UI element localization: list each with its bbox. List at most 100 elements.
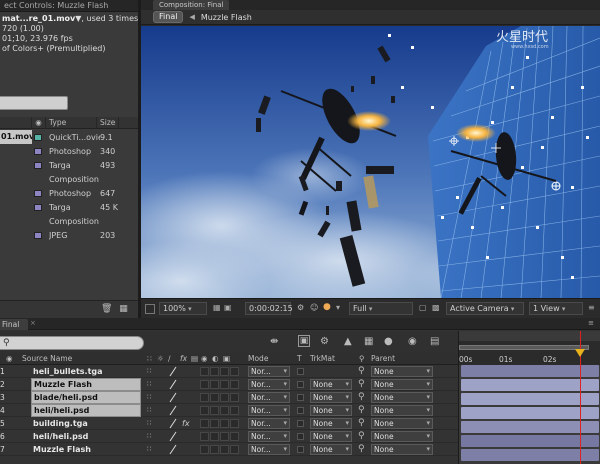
composition-viewer[interactable]: 火星时代 www.hxsd.com — [141, 26, 600, 298]
shy-switch-icon[interactable]: ∷ — [147, 420, 154, 427]
shy-switch-icon[interactable]: ∷ — [147, 368, 154, 375]
quality-switch-icon[interactable] — [168, 405, 178, 416]
comp-mini-flowchart-icon[interactable]: ⇼ — [270, 337, 278, 347]
always-preview-icon[interactable] — [145, 304, 155, 314]
timeline-graph[interactable]: 00s 01s 02s — [458, 331, 600, 464]
pick-whip-icon[interactable]: ⚲ — [358, 392, 365, 403]
project-item[interactable]: JPEG 203 — [0, 228, 138, 242]
layer-duration-bar[interactable] — [461, 407, 599, 419]
frame-blend-column-icon[interactable]: ▤ — [191, 353, 198, 365]
project-item[interactable]: Photoshop 340 — [0, 144, 138, 158]
project-item[interactable]: Photoshop 647 — [0, 186, 138, 200]
current-time-indicator-head-icon[interactable] — [575, 349, 585, 357]
project-item[interactable]: Composition — [0, 172, 138, 186]
track-matte-dropdown[interactable]: None — [310, 444, 352, 455]
project-item[interactable]: Targa 45 K — [0, 200, 138, 214]
mask-icon[interactable]: ▣ — [224, 302, 232, 315]
grid-icon[interactable]: ▦ — [213, 302, 221, 315]
pick-whip-icon[interactable]: ⚲ — [358, 379, 365, 390]
parent-dropdown[interactable]: None — [371, 418, 433, 429]
layer-name[interactable]: heli/heli.psd — [31, 430, 141, 443]
label-swatch[interactable] — [34, 147, 42, 155]
layer-row[interactable]: 4 heli/heli.psd ∷ Nor... None ⚲ None — [0, 404, 458, 417]
column-size[interactable]: Size — [97, 117, 119, 129]
hide-shy-layers-icon[interactable]: ▲ — [344, 337, 352, 347]
panel-menu-icon[interactable]: ≡ — [588, 302, 595, 315]
blend-mode-dropdown[interactable]: Nor... — [248, 379, 290, 390]
3d-layer-column-icon[interactable]: ▣ — [223, 353, 230, 365]
project-item[interactable]: 01.mov QuickTi...ovie 9.1 — [0, 130, 138, 144]
track-matte-dropdown[interactable]: None — [310, 405, 352, 416]
composition-tab[interactable]: Composition: Final — [153, 0, 230, 10]
shy-switch-icon[interactable]: ∷ — [147, 381, 154, 388]
layer-duration-bar[interactable] — [461, 393, 599, 405]
pick-whip-icon[interactable]: ⚲ — [358, 431, 365, 442]
column-mode[interactable]: Mode — [248, 353, 268, 365]
track-matte-dropdown[interactable]: None — [310, 379, 352, 390]
quality-switch-icon[interactable] — [168, 444, 178, 455]
preserve-transparency-toggle[interactable] — [297, 433, 304, 440]
quality-switch-icon[interactable] — [168, 392, 178, 403]
column-trkmat[interactable]: TrkMat — [310, 353, 335, 365]
live-update-icon[interactable]: ▣ — [298, 335, 310, 347]
parent-dropdown[interactable]: None — [371, 444, 433, 455]
trash-icon[interactable]: 🗑 — [101, 305, 112, 314]
parent-dropdown[interactable]: None — [371, 405, 433, 416]
blend-mode-dropdown[interactable]: Nor... — [248, 405, 290, 416]
shy-switch-icon[interactable]: ∷ — [147, 394, 154, 401]
solo-column-icon[interactable]: ☼ — [157, 353, 164, 365]
graph-editor-icon[interactable]: ▤ — [430, 337, 439, 347]
layer-duration-bar[interactable] — [461, 449, 599, 461]
project-search-input[interactable] — [0, 96, 68, 110]
preserve-transparency-toggle[interactable] — [297, 368, 304, 375]
track-matte-dropdown[interactable]: None — [310, 431, 352, 442]
breadcrumb-muzzle-flash[interactable]: Muzzle Flash — [201, 13, 252, 22]
label-swatch[interactable] — [34, 161, 42, 169]
panel-menu-icon[interactable]: ≡ — [588, 319, 594, 327]
frame-blending-icon[interactable]: ▦ — [364, 337, 373, 347]
preserve-transparency-toggle[interactable] — [297, 407, 304, 414]
layer-name[interactable]: Muzzle Flash — [31, 378, 141, 391]
layer-row[interactable]: 2 Muzzle Flash ∷ Nor... None ⚲ None — [0, 378, 458, 391]
preserve-transparency-toggle[interactable] — [297, 394, 304, 401]
layer-row[interactable]: 1 heli_bullets.tga ∷ Nor... ⚲ None — [0, 365, 458, 378]
layer-row[interactable]: 5 building.tga ∷ fx Nor... None ⚲ None — [0, 417, 458, 430]
brainstorm-icon[interactable]: ◉ — [408, 337, 417, 347]
label-swatch[interactable] — [34, 203, 42, 211]
column-source-name[interactable]: Source Name — [22, 353, 72, 365]
quality-column-icon[interactable]: ∕ — [168, 353, 171, 365]
snapshot-icon[interactable]: ⚙ — [297, 302, 304, 315]
pick-whip-icon[interactable]: ⚲ — [358, 366, 365, 377]
blend-mode-dropdown[interactable]: Nor... — [248, 392, 290, 403]
column-type[interactable]: Type — [46, 117, 97, 129]
blend-mode-dropdown[interactable]: Nor... — [248, 444, 290, 455]
layer-duration-bar[interactable] — [461, 365, 599, 377]
parent-dropdown[interactable]: None — [371, 379, 433, 390]
layer-name[interactable]: heli/heli.psd — [31, 404, 141, 417]
column-name[interactable] — [0, 117, 32, 129]
parent-dropdown[interactable]: None — [371, 392, 433, 403]
blend-mode-dropdown[interactable]: Nor... — [248, 366, 290, 377]
layer-duration-bar[interactable] — [461, 379, 599, 391]
shy-switch-icon[interactable]: ∷ — [147, 446, 154, 453]
layer-row[interactable]: 7 Muzzle Flash ∷ Nor... None ⚲ None — [0, 443, 458, 456]
show-snapshot-icon[interactable]: ☺ — [310, 302, 318, 315]
region-of-interest-icon[interactable]: ▢ — [419, 302, 427, 315]
quality-switch-icon[interactable] — [168, 379, 178, 390]
parent-dropdown[interactable]: None — [371, 366, 433, 377]
camera-dropdown[interactable]: Active Camera — [446, 302, 524, 315]
quality-switch-icon[interactable] — [168, 418, 178, 429]
layer-duration-bar[interactable] — [461, 435, 599, 447]
preserve-transparency-toggle[interactable] — [297, 446, 304, 453]
bit-depth-icon[interactable]: ▦ — [119, 305, 128, 314]
timeline-search-input[interactable]: ⚲ — [0, 336, 144, 350]
work-area-bar[interactable] — [459, 345, 589, 350]
layer-name[interactable]: Muzzle Flash — [31, 443, 141, 456]
shy-column-icon[interactable]: ∷ — [147, 353, 152, 365]
channel-dropdown-icon[interactable]: ▾ — [336, 302, 340, 315]
effects-switch[interactable]: fx — [182, 417, 190, 430]
shy-switch-icon[interactable]: ∷ — [147, 407, 154, 414]
draft-3d-icon[interactable]: ⚙ — [320, 337, 329, 347]
track-matte-dropdown[interactable]: None — [310, 392, 352, 403]
label-swatch[interactable] — [34, 133, 42, 141]
